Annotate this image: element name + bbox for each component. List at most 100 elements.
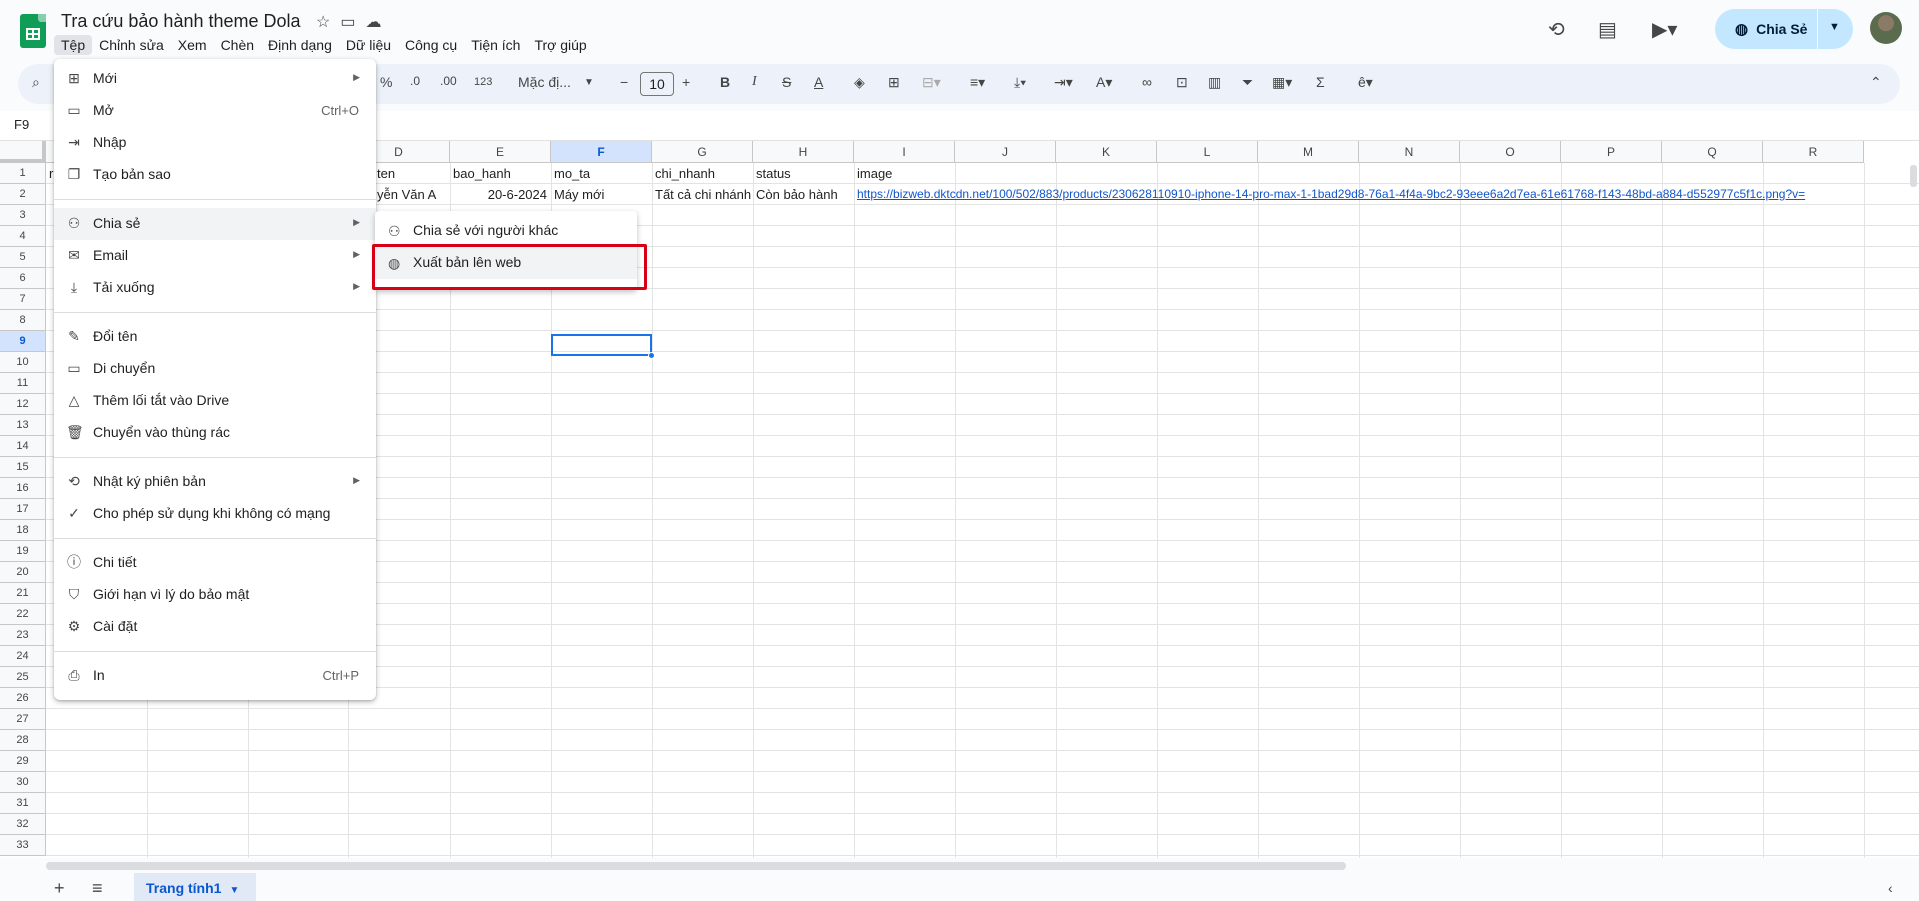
- sheet-tab-trang-tinh1[interactable]: Trang tính1 ▼: [134, 873, 256, 901]
- menu-item-email[interactable]: ✉ Email ▶: [54, 240, 376, 272]
- row-header-11[interactable]: 11: [0, 373, 46, 394]
- row-header-16[interactable]: 16: [0, 478, 46, 499]
- row-header-7[interactable]: 7: [0, 289, 46, 310]
- column-header-i[interactable]: I: [854, 141, 955, 163]
- star-icon[interactable]: ☆: [316, 12, 330, 32]
- menu-item-make-copy[interactable]: ❐ Tạo bản sao: [54, 159, 376, 191]
- chevron-down-icon[interactable]: ▼: [584, 77, 594, 88]
- menu-item-download[interactable]: ⤓ Tải xuống ▶: [54, 272, 376, 304]
- avatar[interactable]: [1870, 12, 1902, 44]
- version-history-icon[interactable]: ⟲: [1548, 17, 1565, 42]
- row-header-6[interactable]: 6: [0, 268, 46, 289]
- row-header-23[interactable]: 23: [0, 625, 46, 646]
- menu-item-add-shortcut[interactable]: △ Thêm lối tắt vào Drive: [54, 385, 376, 417]
- column-header-q[interactable]: Q: [1662, 141, 1763, 163]
- column-header-k[interactable]: K: [1056, 141, 1157, 163]
- fill-handle[interactable]: [648, 352, 655, 359]
- cell-E1[interactable]: bao_hanh: [450, 163, 550, 184]
- cell-G1[interactable]: chi_nhanh: [652, 163, 752, 184]
- menu-format[interactable]: Định dạng: [261, 35, 339, 55]
- input-tools-icon[interactable]: ê▾: [1358, 74, 1373, 91]
- italic-button[interactable]: I: [752, 74, 757, 90]
- sheets-logo-icon[interactable]: [20, 14, 46, 48]
- menu-item-security-limits[interactable]: ⛉ Giới hạn vì lý do bảo mật: [54, 579, 376, 611]
- insert-chart-icon[interactable]: ▥: [1208, 74, 1221, 91]
- column-header-m[interactable]: M: [1258, 141, 1359, 163]
- insert-comment-icon[interactable]: ⊡: [1176, 74, 1188, 91]
- add-sheet-icon[interactable]: +: [54, 878, 65, 899]
- cell-F1[interactable]: mo_ta: [551, 163, 651, 184]
- row-header-24[interactable]: 24: [0, 646, 46, 667]
- menu-edit[interactable]: Chỉnh sửa: [92, 35, 171, 55]
- column-header-l[interactable]: L: [1157, 141, 1258, 163]
- all-sheets-icon[interactable]: ≡: [92, 878, 103, 899]
- name-box[interactable]: F9: [14, 117, 29, 132]
- meet-video-icon[interactable]: ▶▾: [1652, 17, 1677, 42]
- row-header-21[interactable]: 21: [0, 583, 46, 604]
- number-format[interactable]: 123: [474, 76, 492, 88]
- row-header-30[interactable]: 30: [0, 772, 46, 793]
- insert-link-icon[interactable]: ∞: [1142, 74, 1152, 90]
- column-header-j[interactable]: J: [955, 141, 1056, 163]
- row-header-12[interactable]: 12: [0, 394, 46, 415]
- vertical-align-icon[interactable]: ⤓▾: [1014, 74, 1026, 91]
- merge-cells-icon[interactable]: ⊟▾: [922, 74, 941, 91]
- menu-insert[interactable]: Chèn: [214, 35, 261, 55]
- menu-item-settings[interactable]: ⚙ Cài đặt: [54, 611, 376, 643]
- move-folder-icon[interactable]: ▭: [340, 12, 355, 32]
- horizontal-scrollbar[interactable]: [46, 862, 1346, 870]
- column-header-o[interactable]: O: [1460, 141, 1561, 163]
- submenu-item-share-with-others[interactable]: ⚇ Chia sẻ với người khác: [375, 215, 637, 247]
- column-header-h[interactable]: H: [753, 141, 854, 163]
- selected-cell-F9[interactable]: [551, 334, 652, 356]
- document-title[interactable]: Tra cứu bảo hành theme Dola: [61, 11, 301, 32]
- menu-item-import[interactable]: ⇥ Nhập: [54, 127, 376, 159]
- menu-item-move[interactable]: ▭ Di chuyển: [54, 353, 376, 385]
- menu-extensions[interactable]: Tiện ích: [464, 35, 527, 55]
- align-left-icon[interactable]: ≡▾: [970, 74, 985, 91]
- row-header-4[interactable]: 4: [0, 226, 46, 247]
- row-header-13[interactable]: 13: [0, 415, 46, 436]
- column-header-r[interactable]: R: [1763, 141, 1864, 163]
- percent-format[interactable]: %: [380, 74, 392, 90]
- row-header-8[interactable]: 8: [0, 310, 46, 331]
- menu-item-offline[interactable]: ✓ Cho phép sử dụng khi không có mạng: [54, 498, 376, 530]
- column-header-n[interactable]: N: [1359, 141, 1460, 163]
- menu-item-print[interactable]: ⎙ In Ctrl+P: [54, 660, 376, 692]
- menu-item-version-history[interactable]: ⟲ Nhật ký phiên bản ▶: [54, 466, 376, 498]
- menu-item-open[interactable]: ▭ Mở Ctrl+O: [54, 95, 376, 127]
- menu-item-share[interactable]: ⚇ Chia sẻ ▶: [54, 208, 376, 240]
- text-wrap-icon[interactable]: ⇥▾: [1054, 74, 1073, 91]
- row-header-25[interactable]: 25: [0, 667, 46, 688]
- row-header-28[interactable]: 28: [0, 730, 46, 751]
- cell-E2[interactable]: 20-6-2024: [450, 184, 550, 205]
- row-header-29[interactable]: 29: [0, 751, 46, 772]
- menu-tools[interactable]: Công cụ: [398, 35, 464, 55]
- cell-I1[interactable]: image: [854, 163, 954, 184]
- functions-button[interactable]: Σ: [1316, 74, 1325, 90]
- cell-G2[interactable]: Tất cả chi nhánh: [652, 184, 752, 205]
- filter-views-icon[interactable]: ▦▾: [1272, 74, 1292, 91]
- menu-item-rename[interactable]: ✎ Đổi tên: [54, 321, 376, 353]
- chevron-left-icon[interactable]: ‹: [1888, 880, 1893, 896]
- row-header-31[interactable]: 31: [0, 793, 46, 814]
- text-color-button[interactable]: A: [814, 74, 823, 90]
- select-all-corner[interactable]: [0, 141, 46, 163]
- font-size-increase-icon[interactable]: +: [682, 74, 690, 90]
- menu-item-new[interactable]: ⊞ Mới ▶: [54, 63, 376, 95]
- row-header-32[interactable]: 32: [0, 814, 46, 835]
- row-header-3[interactable]: 3: [0, 205, 46, 226]
- row-header-20[interactable]: 20: [0, 562, 46, 583]
- row-header-5[interactable]: 5: [0, 247, 46, 268]
- menu-item-details[interactable]: ⓘ Chi tiết: [54, 547, 376, 579]
- row-header-17[interactable]: 17: [0, 499, 46, 520]
- bold-button[interactable]: B: [720, 74, 730, 90]
- cell-I2-link[interactable]: https://bizweb.dktcdn.net/100/502/883/pr…: [854, 184, 1909, 205]
- menu-view[interactable]: Xem: [171, 35, 214, 55]
- menu-item-trash[interactable]: 🗑 Chuyển vào thùng rác: [54, 417, 376, 449]
- menu-help[interactable]: Trợ giúp: [527, 35, 593, 55]
- cell-F2[interactable]: Máy mới: [551, 184, 651, 205]
- decrease-decimal[interactable]: .0: [410, 74, 420, 88]
- increase-decimal[interactable]: .00: [440, 74, 457, 88]
- cell-H1[interactable]: status: [753, 163, 853, 184]
